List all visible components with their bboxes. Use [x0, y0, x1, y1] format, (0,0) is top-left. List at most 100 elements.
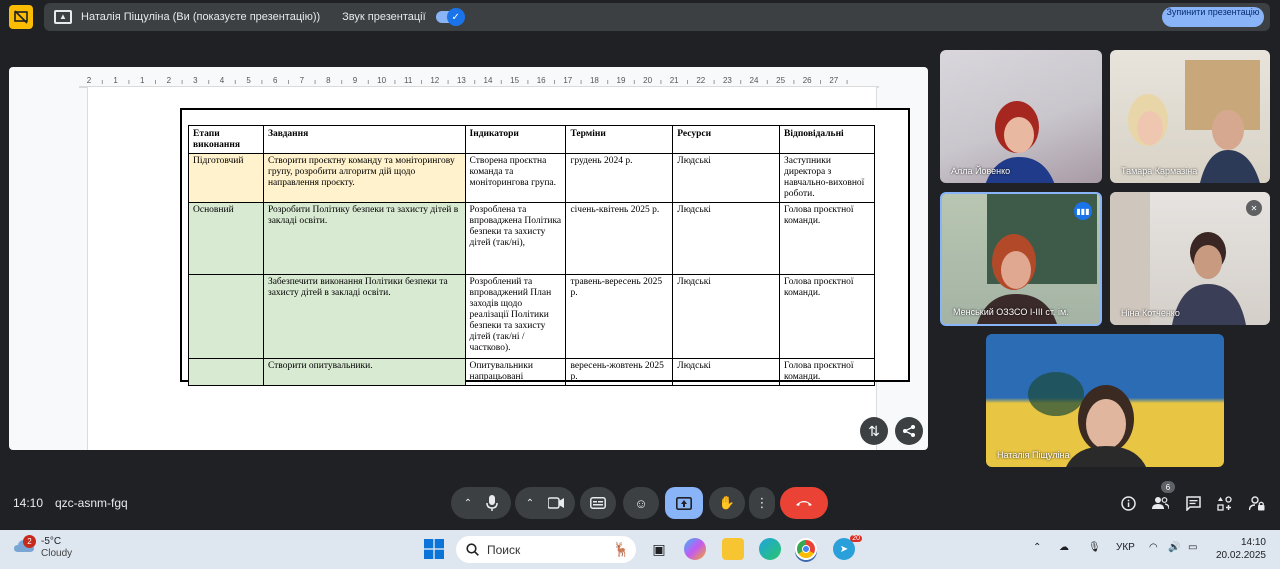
participant-tile-active-speaker[interactable]: ▮▮▮ Менський ОЗЗСО І-ІІІ ст. ім.	[940, 192, 1102, 326]
captions-icon	[590, 497, 606, 509]
info-icon	[1120, 495, 1136, 511]
participant-name: Наталія Піщуліна	[997, 450, 1070, 460]
copilot-button[interactable]	[684, 538, 706, 560]
onedrive-icon[interactable]: ☁	[1059, 542, 1069, 553]
ruler-number: 6	[273, 76, 278, 85]
ruler-number: 14	[484, 76, 493, 85]
cell-indicator: Опитувальники напрацьовані	[464, 358, 567, 386]
start-button[interactable]	[424, 539, 444, 559]
reactions-button[interactable]: ☺	[623, 487, 659, 519]
ruler-number: 24	[750, 76, 759, 85]
chat-icon	[1185, 495, 1201, 511]
participant-tile[interactable]: Тамара Кармазіна	[1110, 50, 1270, 183]
activities-button[interactable]	[1214, 493, 1234, 513]
leave-call-button[interactable]	[780, 487, 828, 519]
swap-arrows-icon: ⇅	[868, 422, 880, 439]
weather-alert-badge: 2	[23, 535, 36, 548]
ruler-number: 1	[140, 76, 145, 85]
document-page: Етапи виконання Завдання Індикатори Терм…	[87, 87, 910, 450]
people-button[interactable]	[1150, 493, 1170, 513]
cell-stage	[188, 358, 264, 386]
table-row: Забезпечити виконання Політики безпеки т…	[188, 274, 875, 359]
microphone-tray-icon[interactable]: 🎙	[1088, 542, 1101, 553]
ruler-number: 8	[326, 76, 331, 85]
chrome-button[interactable]	[795, 538, 817, 560]
pin-arrows-button[interactable]: ⇅	[860, 417, 888, 445]
chevron-up-icon[interactable]: ⌃	[464, 498, 472, 509]
raise-hand-button[interactable]: ✋	[709, 487, 745, 519]
participant-tile[interactable]: ✕ Ніна Котченко	[1110, 192, 1270, 325]
presentation-indicator-icon	[9, 5, 33, 29]
chevron-up-icon[interactable]: ⌃	[526, 498, 534, 509]
people-count-badge: 6	[1161, 481, 1175, 493]
cell-stage	[188, 274, 264, 359]
cell-task: Створити опитувальники.	[262, 358, 466, 386]
battery-icon[interactable]: ▭	[1188, 542, 1197, 553]
ruler-number: 4	[220, 76, 225, 85]
chat-button[interactable]	[1183, 493, 1203, 513]
telegram-button[interactable]: ➤ 20	[833, 535, 862, 560]
meeting-info-button[interactable]	[1118, 493, 1138, 513]
captions-button[interactable]	[580, 487, 616, 519]
header-task: Завдання	[262, 125, 466, 154]
header-responsible: Відповідальні	[779, 125, 875, 154]
participant-video	[1128, 60, 1260, 183]
search-icon	[466, 543, 479, 556]
participant-tile[interactable]: Алла Йовенко	[940, 50, 1102, 183]
ruler-number: 21	[670, 76, 679, 85]
table-header-row: Етапи виконання Завдання Індикатори Терм…	[188, 125, 875, 154]
stop-presenting-button[interactable]: Зупинити презентацію	[1162, 7, 1264, 27]
participant-name: Тамара Кармазіна	[1121, 166, 1198, 176]
share-button[interactable]	[895, 417, 923, 445]
presentation-sound-toggle[interactable]: ✓	[435, 8, 465, 26]
weather-widget[interactable]: 2 -5°C Cloudy	[13, 535, 72, 560]
cell-term: грудень 2024 р.	[565, 153, 674, 203]
participant-name: Ніна Котченко	[1121, 308, 1180, 318]
header-indicators: Індикатори	[464, 125, 567, 154]
people-icon	[1151, 497, 1169, 510]
cell-term: травень-вересень 2025 р.	[565, 274, 674, 359]
cell-resource: Людські	[672, 274, 781, 359]
ruler-number: 2	[87, 76, 92, 85]
file-explorer-button[interactable]	[722, 538, 744, 560]
ruler-number: 9	[353, 76, 358, 85]
chrome-icon	[802, 545, 810, 553]
show-hidden-icons-button[interactable]: ⌃	[1033, 542, 1041, 553]
ruler-number: 18	[590, 76, 599, 85]
check-icon: ✓	[446, 8, 465, 26]
plan-table: Етапи виконання Завдання Індикатори Терм…	[188, 125, 875, 386]
present-screen-icon	[676, 496, 692, 510]
cell-indicator: Створена проєктна команда та моніторинго…	[464, 153, 567, 203]
ruler-number: 10	[377, 76, 386, 85]
ruler-number: 26	[803, 76, 812, 85]
chevron-up-icon: ⌃	[1033, 542, 1042, 553]
cell-responsible: Голова проєктної команди.	[779, 358, 875, 386]
table-row: Основний Розробити Політику безпеки та з…	[188, 202, 875, 275]
activities-icon	[1216, 495, 1232, 511]
wifi-icon[interactable]: ◠	[1149, 542, 1158, 553]
camera-control[interactable]: ⌃	[515, 487, 575, 519]
task-view-icon: ▣	[652, 540, 666, 557]
cell-responsible: Заступники директора з навчально-виховно…	[779, 153, 875, 203]
cell-responsible: Голова проєктної команди.	[779, 274, 875, 359]
telegram-icon: ➤	[839, 543, 849, 555]
ruler-number: 15	[510, 76, 519, 85]
cell-task: Забезпечити виконання Політики безпеки т…	[262, 274, 466, 359]
participant-tile-self[interactable]: Наталія Піщуліна	[986, 334, 1224, 467]
ruler-number: 17	[563, 76, 572, 85]
cell-term: вересень-жовтень 2025 р.	[565, 358, 674, 386]
present-screen-button[interactable]	[665, 487, 703, 519]
input-language[interactable]: УКР	[1116, 542, 1135, 553]
taskbar-search[interactable]: Поиск 🦌	[456, 536, 636, 563]
host-controls-button[interactable]	[1247, 493, 1267, 513]
lock-person-icon	[1249, 495, 1265, 510]
task-view-button[interactable]: ▣	[648, 538, 670, 560]
more-options-button[interactable]: ⋮	[749, 487, 775, 519]
share-icon	[903, 425, 915, 437]
microphone-control[interactable]: ⌃	[451, 487, 511, 519]
windows-taskbar: 2 -5°C Cloudy Поиск 🦌 ▣ ➤ 20 ⌃ ☁ 🎙 УКР ◠…	[0, 530, 1280, 569]
system-clock[interactable]: 14:10 20.02.2025	[1216, 536, 1266, 562]
volume-icon[interactable]: 🔊	[1168, 542, 1180, 553]
search-highlight-icon: 🦌	[612, 541, 630, 557]
edge-button[interactable]	[759, 538, 781, 560]
